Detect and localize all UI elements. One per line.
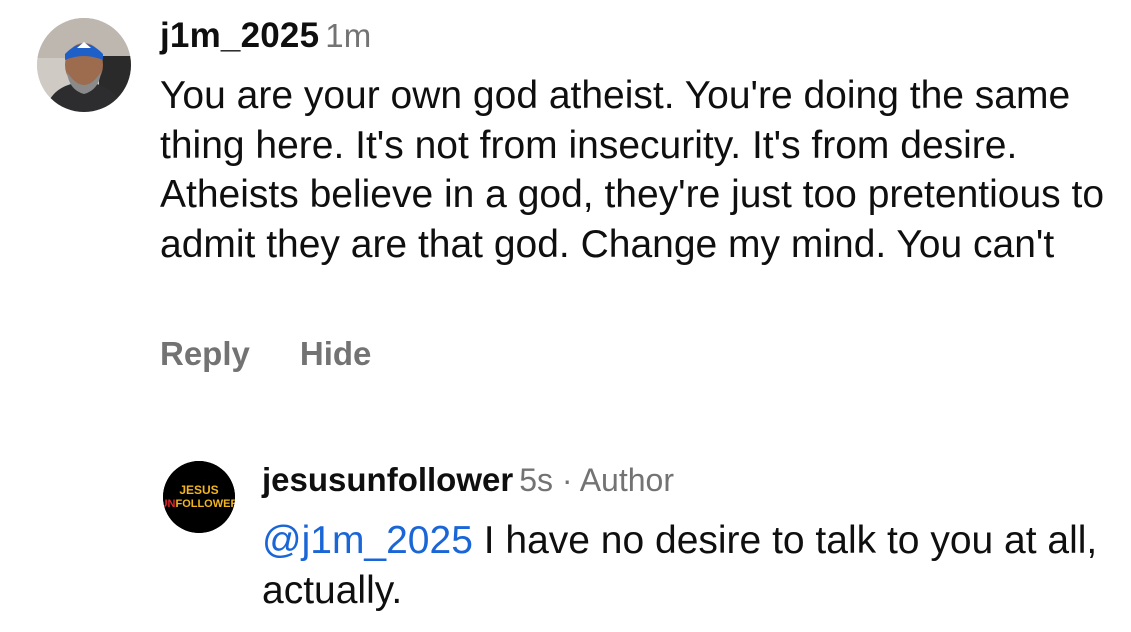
comment-timestamp: 1m: [325, 17, 372, 54]
reply-button[interactable]: Reply: [160, 335, 250, 373]
author-badge: Author: [579, 462, 674, 498]
reply-meta: 5s · Author: [519, 462, 674, 498]
comment-text: You are your own god atheist. You're doi…: [160, 74, 1105, 266]
hide-button[interactable]: Hide: [300, 335, 372, 373]
comment-actions: Reply Hide: [160, 335, 371, 373]
mention-link[interactable]: @j1m_2025: [262, 519, 473, 562]
comment-header: j1m_2025 1m: [160, 16, 372, 56]
logo-line1: JESUS: [179, 483, 218, 497]
commenter-username[interactable]: j1m_2025: [160, 16, 319, 55]
reply-text: @j1m_2025 I have no desire to talk to yo…: [262, 516, 1122, 615]
author-avatar[interactable]: JESUS UNFOLLOWER: [163, 461, 235, 533]
author-username[interactable]: jesusunfollower: [262, 461, 513, 498]
reply-timestamp: 5s: [519, 462, 554, 498]
meta-separator: ·: [561, 462, 573, 498]
reply-header: jesusunfollower 5s · Author: [262, 461, 674, 499]
commenter-avatar[interactable]: [37, 18, 131, 112]
commenter-photo: [37, 18, 131, 112]
jesusunfollower-logo: JESUS UNFOLLOWER: [163, 461, 235, 533]
logo-line2: UNFOLLOWER: [163, 498, 235, 510]
